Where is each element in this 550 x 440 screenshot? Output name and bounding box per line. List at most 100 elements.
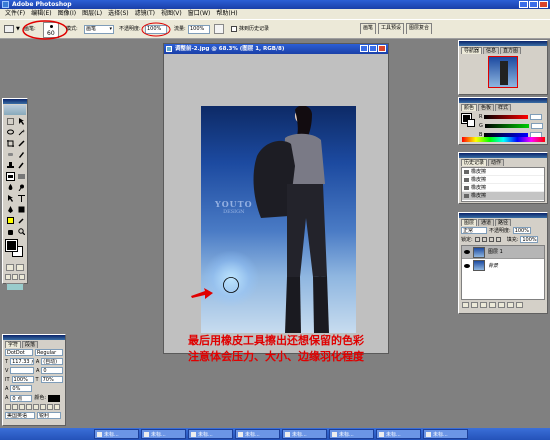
screen-mode-full-menu-button[interactable] [12,274,18,280]
tracking-input[interactable]: 0 [41,367,63,374]
tab-styles[interactable]: 样式 [495,104,512,111]
taskbar-item[interactable]: 未标... [282,429,327,439]
imageready-button[interactable] [6,283,24,291]
color-ramp[interactable] [462,137,545,142]
dock-tab-layer-comps[interactable]: 图层复合 [406,23,433,34]
vertical-scale-input[interactable]: 100% [11,376,34,383]
lock-position-icon[interactable] [488,237,494,242]
taskbar-item[interactable]: 未标... [376,429,421,439]
close-button[interactable] [539,1,548,8]
faux-italic-button[interactable] [12,404,18,410]
history-item[interactable]: 橡皮擦 [462,184,544,192]
subscript-button[interactable] [40,404,46,410]
tab-paragraph[interactable]: 段落 [22,341,39,348]
dock-tab-tool-presets[interactable]: 工具预设 [378,23,405,34]
layer-mask-button[interactable] [480,302,487,308]
menu-layer[interactable]: 图层(L) [79,9,105,19]
underline-button[interactable] [47,404,53,410]
eraser-tool-icon[interactable] [6,172,15,181]
language-select[interactable]: 美国英语 [5,412,35,419]
history-checkbox[interactable] [231,26,237,32]
history-item-current[interactable]: 橡皮擦 [462,192,544,200]
slider-track-r[interactable] [484,114,529,119]
layer-style-button[interactable] [471,302,478,308]
layer-row[interactable]: 图层 1 [462,246,544,259]
leading-input[interactable]: (自动) [41,358,63,365]
baseline-input[interactable]: 0% [10,385,33,392]
eyedropper-tool-icon[interactable] [17,216,26,225]
doc-close-button[interactable] [378,45,386,52]
font-family-select[interactable]: DotDot [5,349,33,356]
tab-layers[interactable]: 图层 [461,219,478,226]
taskbar-item[interactable]: 未标... [329,429,374,439]
tab-history[interactable]: 历史记录 [461,159,488,166]
link-layers-button[interactable] [462,302,469,308]
taskbar-item[interactable]: 未标... [188,429,233,439]
taskbar-item[interactable]: 未标... [94,429,139,439]
zoom-tool-icon[interactable] [17,227,26,236]
menu-file[interactable]: 文件(F) [2,9,28,19]
tab-paths[interactable]: 路径 [495,219,512,226]
tab-channels[interactable]: 通道 [478,219,495,226]
healing-brush-tool-icon[interactable] [6,150,15,159]
tool-preset-dropdown-icon[interactable]: ▼ [16,26,20,32]
layer-opacity-input[interactable]: 100% [512,227,531,234]
slice-tool-icon[interactable] [17,139,26,148]
gradient-tool-icon[interactable] [17,172,26,181]
dock-tab-brushes[interactable]: 画笔 [360,23,377,34]
move-tool-icon[interactable] [17,117,26,126]
font-style-select[interactable]: Regular [35,349,63,356]
marquee-tool-icon[interactable] [6,117,15,126]
superscript-button[interactable] [33,404,39,410]
blend-mode-select[interactable]: 正常 [461,227,487,234]
menu-filter[interactable]: 滤镜(T) [132,9,158,19]
text-color-swatch[interactable] [48,394,61,402]
strikethrough-button[interactable] [54,404,60,410]
magic-wand-tool-icon[interactable] [17,128,26,137]
notes-tool-icon[interactable] [6,216,15,225]
kerning-input[interactable] [10,367,34,374]
lock-transparency-icon[interactable] [474,237,480,242]
flow-input[interactable]: 100% [188,25,210,34]
doc-maximize-button[interactable] [369,45,377,52]
new-group-button[interactable] [498,302,505,308]
hand-tool-icon[interactable] [6,227,15,236]
path-selection-tool-icon[interactable] [6,194,15,203]
font-size-input[interactable]: 117.33 点 [10,358,34,365]
type-tool-icon[interactable] [17,194,26,203]
tab-color[interactable]: 颜色 [461,104,478,111]
antialias-select[interactable]: 锐利 [37,412,61,419]
doc-minimize-button[interactable] [360,45,368,52]
lasso-tool-icon[interactable] [6,128,15,137]
document-canvas-area[interactable]: YOUTO DESIGN 最后用橡皮工具擦出还想保留的色彩 注意体会压力、大小、… [164,54,388,363]
blur-tool-icon[interactable] [6,183,15,192]
menu-select[interactable]: 选择(S) [105,9,132,19]
new-adjustment-layer-button[interactable] [489,302,496,308]
menu-image[interactable]: 图像(I) [55,9,79,19]
tab-histogram[interactable]: 直方图 [500,47,522,54]
small-caps-button[interactable] [26,404,32,410]
lock-pixels-icon[interactable] [481,237,487,242]
menu-view[interactable]: 视图(V) [158,9,185,19]
fill-input[interactable]: 100% [520,236,539,243]
slider-value-g[interactable] [530,122,543,129]
taskbar-item[interactable]: 未标... [141,429,186,439]
standard-mode-button[interactable] [6,264,14,271]
navigator-preview[interactable] [488,56,518,88]
foreground-color-swatch[interactable] [5,239,18,252]
mode-select[interactable]: 画笔 ▾ [84,25,114,34]
shift-input[interactable]: 0 点 [10,394,33,402]
screen-mode-standard-button[interactable] [5,274,11,280]
menu-window[interactable]: 窗口(W) [185,9,214,19]
menu-edit[interactable]: 编辑(E) [28,9,54,19]
color-bg-swatch[interactable] [467,119,475,127]
tab-character[interactable]: 字符 [5,341,22,348]
lock-all-icon[interactable] [495,237,501,242]
new-layer-button[interactable] [507,302,514,308]
tab-swatches[interactable]: 色板 [478,104,495,111]
crop-tool-icon[interactable] [6,139,15,148]
taskbar-item[interactable]: 未标... [423,429,468,439]
eye-icon[interactable] [464,263,470,268]
slider-track-b[interactable] [484,132,529,137]
brush-tool-icon[interactable] [17,150,26,159]
